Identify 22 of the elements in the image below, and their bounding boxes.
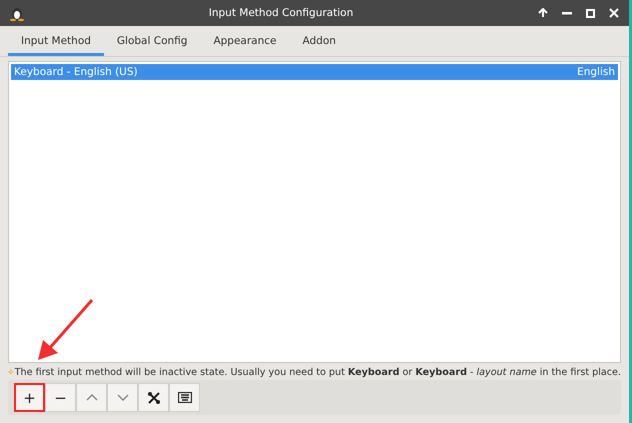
close-icon[interactable] <box>609 8 619 18</box>
keyboard-icon <box>178 392 192 403</box>
maximize-icon[interactable] <box>586 8 595 18</box>
toolbar-button[interactable]: − <box>45 383 76 412</box>
toolbar-button[interactable]: + <box>14 383 45 412</box>
window-title: Input Method Configuration <box>208 7 354 19</box>
tab[interactable]: Addon <box>289 26 349 56</box>
tab[interactable]: Global Config <box>104 26 200 56</box>
tools-icon <box>146 390 160 404</box>
input-method-name: Keyboard - English (US) <box>14 66 138 78</box>
tab[interactable]: Input Method <box>8 26 104 56</box>
penguin-icon <box>10 5 24 21</box>
arrow-up-icon[interactable] <box>538 8 548 18</box>
chevron-up-icon <box>86 394 98 401</box>
sparkle-icon <box>8 366 14 378</box>
keyboard-button[interactable] <box>169 383 200 412</box>
hint-text: The first input method will be inactive state. Usually you need to put Keyboard or Keyboard - layout name in the first place. <box>14 366 621 378</box>
chevron-down-icon <box>116 394 128 401</box>
input-method-language: English <box>577 66 615 78</box>
tools-button[interactable] <box>138 383 169 412</box>
tab[interactable]: Appearance <box>200 26 290 56</box>
minimize-icon[interactable] <box>562 12 572 14</box>
